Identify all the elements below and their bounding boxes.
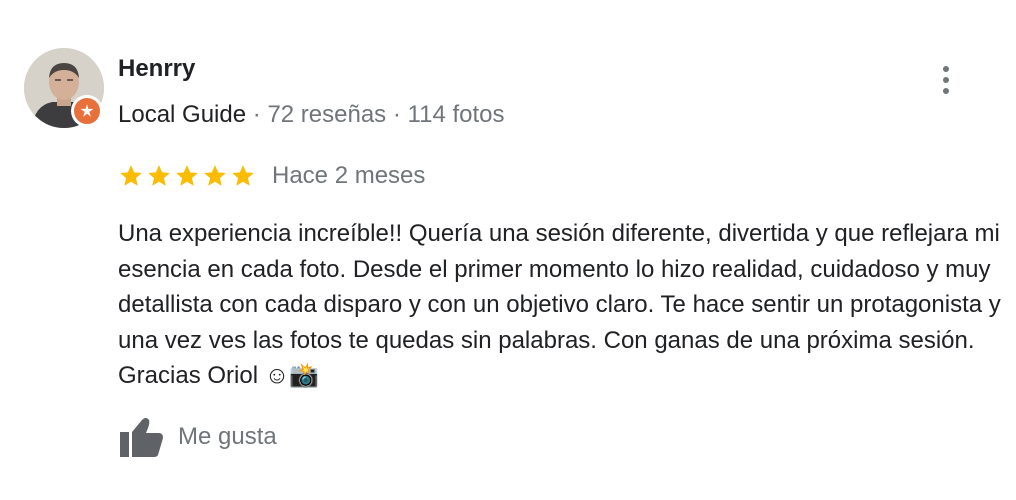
more-vert-icon — [943, 88, 949, 94]
local-guide-label: Local Guide — [118, 101, 247, 128]
more-vert-icon — [943, 77, 949, 83]
star-icon — [176, 165, 198, 186]
photos-count: 114 fotos — [407, 101, 505, 128]
review-date: Hace 2 meses — [272, 162, 426, 189]
author-meta[interactable]: Local Guide · 72 reseñas · 114 fotos — [118, 100, 505, 130]
reviews-count: 72 reseñas — [267, 101, 387, 128]
review-text: Una experiencia increíble!! Quería una s… — [118, 220, 1001, 389]
more-vert-icon — [943, 66, 949, 72]
like-label: Me gusta — [178, 423, 277, 450]
thumb-up-icon — [120, 418, 163, 457]
author-avatar-wrap[interactable] — [24, 48, 104, 128]
local-guide-icon — [71, 95, 103, 127]
star-icon — [148, 165, 170, 186]
rating-row: Hace 2 meses — [118, 161, 425, 191]
author-name[interactable]: Henrry — [118, 54, 195, 84]
star-icon — [120, 165, 142, 186]
star-icon — [232, 165, 254, 186]
review-card: Henrry Local Guide · 72 reseñas · 114 fo… — [0, 0, 1016, 500]
meta-separator: · — [392, 101, 401, 128]
star-icon — [204, 165, 226, 186]
more-options-button[interactable] — [928, 60, 964, 100]
meta-separator: · — [252, 101, 261, 128]
star-rating — [118, 163, 256, 189]
like-button[interactable]: Me gusta — [118, 416, 277, 458]
